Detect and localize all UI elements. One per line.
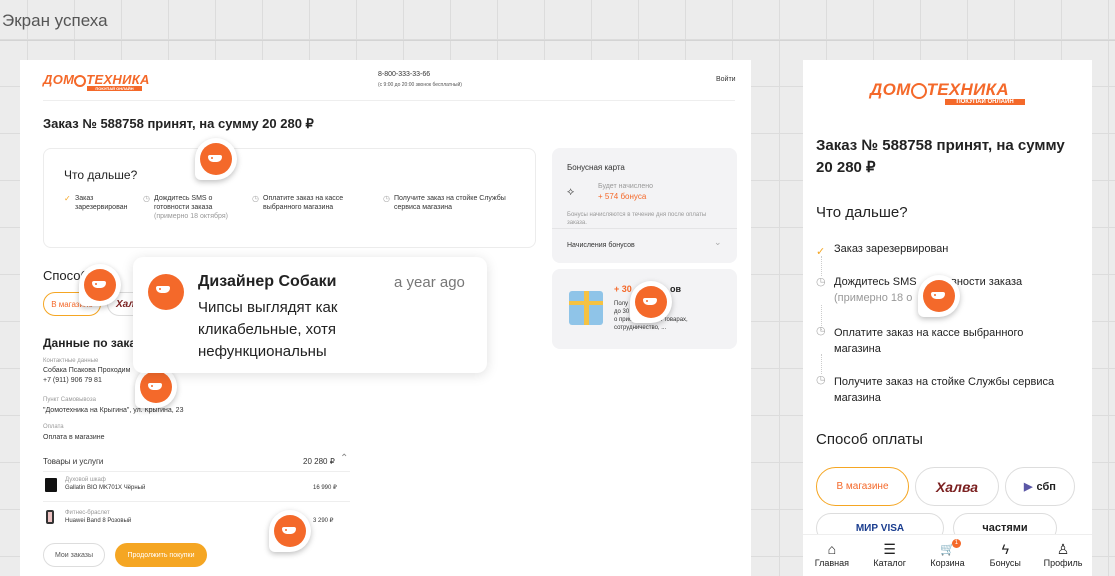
bonus-amount: + 574 бонуса: [598, 192, 647, 201]
dog-avatar-icon: [635, 286, 667, 318]
dog-avatar-icon: [84, 269, 116, 301]
comment-popup[interactable]: Дизайнер Собаки a year ago Чипсы выглядя…: [133, 257, 487, 373]
pickup-label: Пункт Самовывоза: [43, 397, 96, 403]
payment-chip-halva[interactable]: Халва: [915, 467, 999, 506]
logo-text: ДОМ: [43, 72, 75, 87]
step-2: ◷ Дождитесь SMS о готовности заказа (при…: [143, 194, 228, 220]
logo[interactable]: ДОМ ТЕХНИКА ПОКУПАЙ ОНЛАЙН: [870, 80, 1025, 105]
chevron-down-icon: ⌄: [714, 237, 722, 247]
bonus-accrual-row[interactable]: Начисления бонусов ⌄: [552, 228, 737, 263]
promo-line-4: сотрудничество, ...: [614, 325, 667, 331]
comment-author: Дизайнер Собаки: [198, 273, 337, 290]
contact-name: Собака Псакова Проходим: [43, 367, 131, 374]
contact-label: Контактные данные: [43, 358, 99, 364]
gift-icon: [569, 291, 603, 325]
step-2-text-tail: вности заказа: [951, 276, 1023, 288]
pay-label: Оплата: [43, 424, 64, 430]
phone-number[interactable]: 8-800-333-33-66: [378, 70, 430, 79]
next-steps-card: Что дальше? ✓ Заказ зарезервирован ◷ Дож…: [43, 148, 536, 248]
dog-avatar-icon: [200, 143, 232, 175]
clock-icon: ◷: [383, 194, 390, 203]
tab-home[interactable]: ⌂ Главная: [807, 541, 857, 568]
author-avatar: [147, 273, 185, 311]
comment-pin[interactable]: [269, 510, 311, 552]
order-title: Заказ № 588758 принят, на сумму 20 280 ₽: [816, 137, 1065, 176]
dog-avatar-icon: [148, 274, 184, 310]
goods-title: Товары и услуги: [43, 457, 104, 466]
step-2-date: (примерно 18 о: [834, 292, 913, 304]
payment-chip-sbp[interactable]: ▶ сбп: [1005, 467, 1075, 506]
step-1: ✓: [816, 242, 825, 260]
frame-title: Экран успеха: [2, 11, 108, 30]
clock-icon: ◷: [816, 325, 826, 337]
header-divider: [43, 100, 735, 101]
canvas-divider: [0, 40, 1115, 41]
phone-hours: (с 9:00 до 20:00 звонок бесплатный): [378, 82, 462, 88]
clock-icon: ◷: [816, 374, 826, 386]
comment-pin[interactable]: [79, 264, 121, 306]
comment-pin[interactable]: [195, 138, 237, 180]
bonus-icon: ⟡: [567, 186, 575, 198]
profile-icon: ♙: [1056, 541, 1070, 557]
will-accrue: Будет начислено: [598, 183, 654, 190]
promo-line-1: Полу: [614, 301, 629, 307]
step-1: ✓ Заказ зарезервирован: [64, 194, 128, 211]
oven-thumbnail: [45, 478, 57, 492]
step-2-text: Дождитесь SMS: [834, 276, 917, 288]
tab-bonus[interactable]: ϟ Бонусы: [980, 541, 1030, 568]
step-4: ◷ Получите заказ на стойке Службы сервис…: [383, 194, 506, 211]
bonus-icon: ϟ: [1001, 541, 1009, 557]
check-icon: ✓: [64, 194, 71, 203]
contact-phone: +7 (911) 906 79 81: [43, 377, 102, 384]
clock-icon: ◷: [816, 276, 826, 288]
comment-pin[interactable]: [630, 281, 672, 323]
goods-item: Духовой шкаф Gallatin BIO MK701X Чёрный …: [43, 471, 350, 501]
tab-cart[interactable]: 🛒 1 Корзина: [922, 539, 972, 568]
comment-time: a year ago: [394, 274, 465, 291]
tab-profile[interactable]: ♙ Профиль: [1038, 541, 1088, 568]
catalog-icon: ☰: [883, 541, 896, 557]
promo-line-2: до 30: [614, 309, 630, 315]
promo-amount: + 30: [614, 284, 632, 294]
check-icon: ✓: [816, 246, 826, 258]
bracelet-thumbnail: [46, 510, 54, 524]
goods-total: 20 280 ₽: [303, 457, 335, 466]
logo[interactable]: ДОМ ТЕХНИКА ПОКУПАЙ ОНЛАЙН: [43, 72, 150, 91]
next-title: Что дальше?: [816, 204, 908, 221]
next-title: Что дальше?: [64, 168, 138, 182]
my-orders-button[interactable]: Мои заказы: [43, 543, 105, 567]
dog-avatar-icon: [923, 280, 955, 312]
payment-title: Способ оплаты: [816, 431, 923, 448]
sbp-icon: ▶: [1024, 481, 1033, 493]
home-icon: ⌂: [827, 541, 837, 557]
dog-avatar-icon: [140, 371, 172, 403]
comment-text: Чипсы выглядят как кликабельные, хотя не…: [198, 299, 338, 360]
clock-icon: ◷: [143, 194, 150, 203]
order-title: Заказ № 588758 принят, на сумму 20 280 ₽: [43, 116, 314, 131]
continue-shopping-button[interactable]: Продолжить покупки: [115, 543, 207, 567]
comment-pin[interactable]: [918, 275, 960, 317]
step-4-text: Получите заказ на стойке Службы сервиса …: [834, 376, 1055, 404]
step-1-text: Заказ зарезервирован: [834, 243, 949, 255]
pickup-value: "Домотехника на Крыгина", ул. Крыгина, 2…: [43, 407, 184, 414]
order-data-title: Данные по заказ: [43, 336, 143, 350]
dog-avatar-icon: [274, 515, 306, 547]
login-link[interactable]: Войти: [716, 75, 736, 84]
bonus-card-title: Бонусная карта: [567, 163, 625, 172]
bonus-note: Бонусы начисляются в течение дня после о…: [567, 212, 707, 226]
chevron-up-icon[interactable]: ⌃: [340, 453, 348, 464]
step-3: ◷ Оплатите заказ на кассе выбранного маг…: [252, 194, 344, 211]
cart-badge: 1: [951, 539, 961, 548]
bonus-card: Бонусная карта ⟡ Будет начислено + 574 б…: [552, 148, 737, 263]
pay-value: Оплата в магазине: [43, 434, 105, 441]
step-3-text: Оплатите заказ на кассе выбранного магаз…: [834, 327, 1024, 355]
bottom-tab-bar: ⌂ Главная ☰ Каталог 🛒 1 Корзина ϟ Бонусы ♙ Про…: [803, 534, 1092, 576]
clock-icon: ◷: [252, 194, 259, 203]
promo-amount-tail: ов: [670, 284, 682, 294]
mobile-frame: ДОМ ТЕХНИКА ПОКУПАЙ ОНЛАЙН Заказ № 588758…: [803, 60, 1092, 576]
payment-chip-store[interactable]: В магазине: [816, 467, 909, 506]
tab-catalog[interactable]: ☰ Каталог: [865, 541, 915, 568]
